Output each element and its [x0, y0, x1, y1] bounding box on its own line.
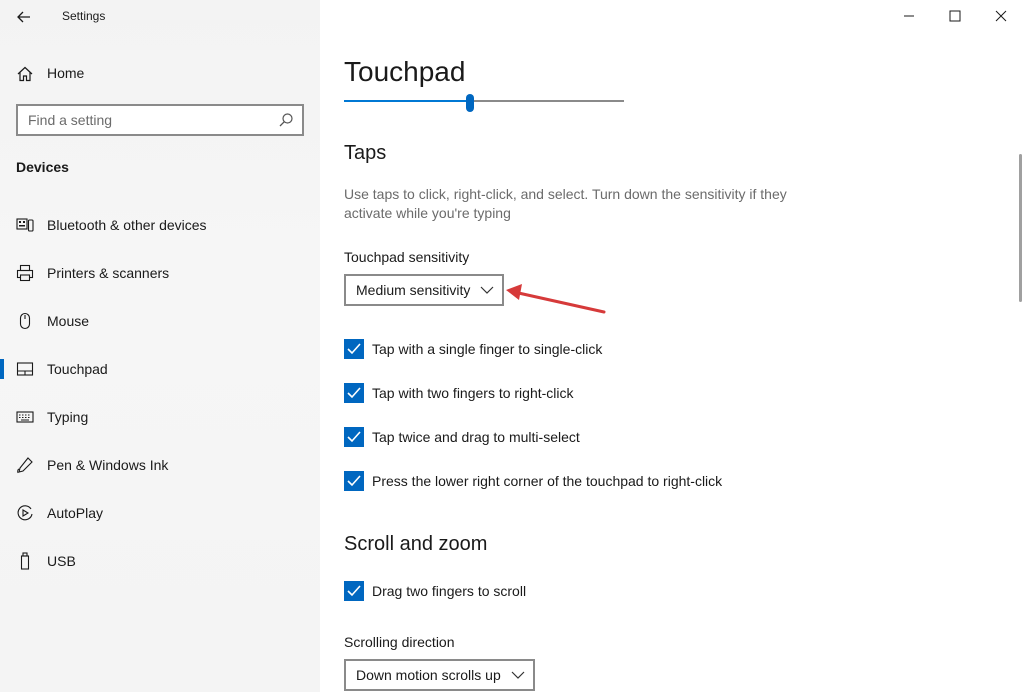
sidebar-item-mouse[interactable]: Mouse [0, 301, 320, 341]
checkbox-label: Tap with a single finger to single-click [372, 341, 603, 357]
sidebar-item-pen[interactable]: Pen & Windows Ink [0, 445, 320, 485]
sidebar-item-label: Touchpad [47, 361, 108, 377]
checkmark-icon [347, 475, 361, 487]
sidebar-item-label: Mouse [47, 313, 90, 329]
checkbox[interactable] [344, 581, 364, 601]
close-icon [995, 10, 1007, 22]
checkbox[interactable] [344, 471, 364, 491]
sidebar-item-usb[interactable]: USB [0, 541, 320, 581]
taps-description: Use taps to click, right-click, and sele… [344, 186, 787, 221]
sidebar-item-printers[interactable]: Printers & scanners [0, 253, 320, 293]
usb-icon [20, 552, 30, 570]
sidebar: Settings Home Devices Bluetooth & other … [0, 0, 320, 692]
sidebar-item-label: Typing [47, 409, 89, 425]
checkbox-tap-twice-drag[interactable]: Tap twice and drag to multi-select [344, 427, 644, 449]
chevron-down-icon [480, 286, 494, 294]
search-icon[interactable] [278, 112, 294, 128]
scrollbar-thumb[interactable] [1019, 154, 1022, 302]
autoplay-icon [17, 505, 33, 521]
sidebar-item-label: Home [47, 65, 85, 81]
taps-heading: Taps [344, 142, 387, 164]
scroll-zoom-heading: Scroll and zoom [344, 533, 488, 555]
minimize-icon [904, 15, 914, 17]
sidebar-item-label: Bluetooth & other devices [47, 217, 207, 233]
sidebar-item-label: AutoPlay [47, 505, 104, 521]
sensitivity-label: Touchpad sensitivity [344, 249, 470, 265]
close-button[interactable] [978, 0, 1024, 32]
minimize-button[interactable] [886, 0, 932, 32]
checkbox-label: Tap twice and drag to multi-select [372, 429, 580, 445]
search-box[interactable] [16, 104, 304, 136]
maximize-icon [949, 10, 961, 22]
sidebar-item-autoplay[interactable]: AutoPlay [0, 493, 320, 533]
pen-icon [17, 457, 33, 474]
keyboard-icon [16, 411, 34, 423]
active-indicator [0, 359, 4, 379]
home-icon [17, 66, 33, 82]
back-arrow-icon [17, 11, 30, 23]
bluetooth-devices-icon [16, 218, 34, 232]
sidebar-item-typing[interactable]: Typing [0, 397, 320, 437]
dropdown-value: Medium sensitivity [356, 282, 471, 298]
checkbox[interactable] [344, 383, 364, 403]
chevron-down-icon [511, 671, 525, 679]
app-title: Settings [62, 9, 106, 23]
scrolling-direction-label: Scrolling direction [344, 634, 455, 650]
slider-fill [344, 100, 470, 102]
checkmark-icon [347, 343, 361, 355]
sidebar-item-bluetooth[interactable]: Bluetooth & other devices [0, 205, 320, 245]
sidebar-item-label: Pen & Windows Ink [47, 457, 169, 473]
sidebar-item-touchpad[interactable]: Touchpad [0, 349, 320, 389]
back-button[interactable] [12, 6, 36, 28]
maximize-button[interactable] [932, 0, 978, 32]
checkbox-two-finger-right-click[interactable]: Tap with two fingers to right-click [344, 383, 644, 405]
main-content: Touchpad Taps Use taps to click, right-c… [320, 0, 1024, 692]
checkmark-icon [347, 431, 361, 443]
checkmark-icon [347, 387, 361, 399]
checkbox[interactable] [344, 339, 364, 359]
sidebar-item-home[interactable]: Home [0, 58, 320, 90]
checkbox-lower-right-corner[interactable]: Press the lower right corner of the touc… [344, 471, 764, 493]
page-title: Touchpad [344, 56, 466, 87]
checkmark-icon [347, 585, 361, 597]
slider-thumb[interactable] [466, 94, 474, 112]
search-input[interactable] [28, 111, 268, 129]
sensitivity-dropdown[interactable]: Medium sensitivity [344, 274, 504, 306]
sidebar-item-label: USB [47, 553, 76, 569]
checkbox[interactable] [344, 427, 364, 447]
titlebar-left: Settings [0, 0, 320, 34]
checkbox-label: Drag two fingers to scroll [372, 583, 527, 599]
section-title: Devices [16, 159, 69, 175]
mouse-icon [19, 312, 31, 330]
printer-icon [16, 264, 34, 282]
scrolling-direction-dropdown[interactable]: Down motion scrolls up [344, 659, 535, 691]
checkbox-label: Press the lower right corner of the touc… [372, 473, 723, 489]
checkbox-drag-two-fingers-scroll[interactable]: Drag two fingers to scroll [344, 581, 604, 603]
checkbox-single-finger-click[interactable]: Tap with a single finger to single-click [344, 339, 644, 361]
cursor-speed-slider[interactable] [344, 94, 624, 114]
touchpad-icon [16, 362, 34, 376]
sidebar-item-label: Printers & scanners [47, 265, 170, 281]
checkbox-label: Tap with two fingers to right-click [372, 385, 574, 401]
dropdown-value: Down motion scrolls up [356, 667, 501, 683]
